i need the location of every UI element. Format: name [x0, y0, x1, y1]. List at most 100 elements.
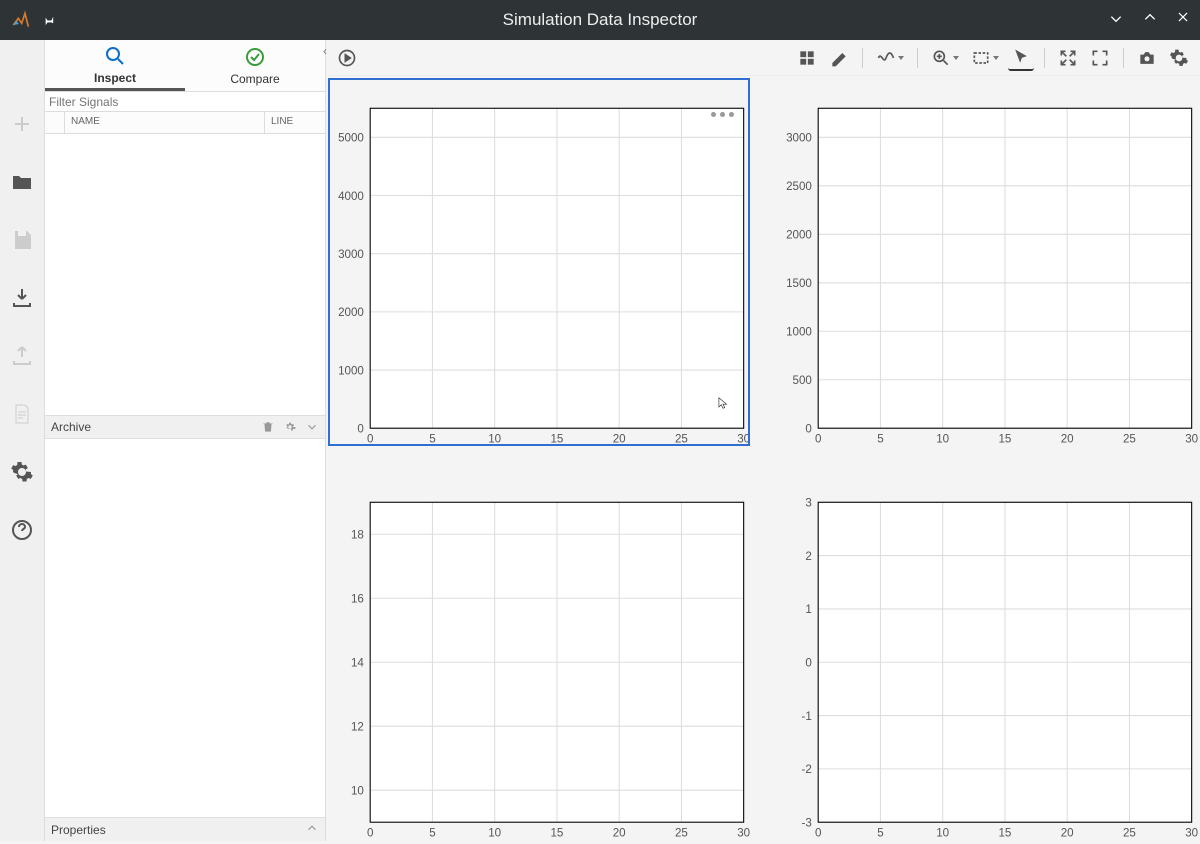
- window-title: Simulation Data Inspector: [503, 10, 698, 30]
- svg-text:5000: 5000: [338, 132, 364, 145]
- svg-text:3000: 3000: [786, 132, 812, 145]
- svg-text:15: 15: [550, 432, 563, 445]
- svg-text:20: 20: [613, 432, 626, 445]
- report-button[interactable]: [8, 400, 36, 428]
- maximize-button[interactable]: [1142, 10, 1158, 31]
- svg-text:1000: 1000: [338, 364, 364, 377]
- svg-text:30: 30: [737, 432, 750, 445]
- chevron-up-icon[interactable]: [305, 821, 319, 835]
- export-button[interactable]: [8, 342, 36, 370]
- box-select-button[interactable]: [968, 45, 1002, 71]
- subplot-menu-icon[interactable]: [711, 112, 734, 117]
- svg-text:-2: -2: [802, 763, 812, 776]
- add-button[interactable]: [8, 110, 36, 138]
- svg-text:0: 0: [367, 432, 374, 445]
- svg-text:500: 500: [793, 374, 813, 387]
- pin-icon[interactable]: [40, 12, 56, 28]
- svg-text:3: 3: [805, 496, 812, 509]
- svg-text:-1: -1: [802, 709, 812, 722]
- svg-text:4000: 4000: [338, 190, 364, 203]
- svg-text:10: 10: [488, 826, 501, 839]
- subplot-top-right[interactable]: 051015202530050010001500200025003000: [776, 78, 1198, 446]
- chevron-down-icon[interactable]: [305, 420, 319, 434]
- snapshot-button[interactable]: [1134, 45, 1160, 71]
- svg-text:10: 10: [488, 432, 501, 445]
- svg-text:30: 30: [1185, 826, 1198, 839]
- svg-text:25: 25: [1123, 826, 1136, 839]
- svg-text:2500: 2500: [786, 180, 812, 193]
- svg-text:2: 2: [805, 549, 811, 562]
- titlebar: Simulation Data Inspector: [0, 0, 1200, 40]
- svg-text:1000: 1000: [786, 325, 812, 338]
- preferences-button[interactable]: [8, 458, 36, 486]
- svg-text:25: 25: [675, 826, 688, 839]
- column-line[interactable]: LINE: [265, 112, 325, 133]
- cursor-measure-button[interactable]: [873, 45, 907, 71]
- save-button[interactable]: [8, 226, 36, 254]
- svg-text:12: 12: [351, 720, 364, 733]
- svg-text:15: 15: [998, 432, 1011, 445]
- tab-label: Compare: [230, 72, 279, 86]
- svg-text:5: 5: [877, 826, 884, 839]
- open-folder-button[interactable]: [8, 168, 36, 196]
- pointer-button[interactable]: [1008, 45, 1034, 71]
- help-button[interactable]: [8, 516, 36, 544]
- subplot-top-left[interactable]: 051015202530010002000300040005000: [328, 78, 750, 446]
- plot-toolbar: [326, 40, 1200, 76]
- minimize-button[interactable]: [1108, 10, 1124, 31]
- svg-text:2000: 2000: [338, 306, 364, 319]
- tab-inspect[interactable]: Inspect: [45, 40, 185, 91]
- section-title: Archive: [51, 420, 91, 434]
- import-button[interactable]: [8, 284, 36, 312]
- svg-text:15: 15: [550, 826, 563, 839]
- properties-section-header[interactable]: Properties: [45, 817, 325, 841]
- subplot-bottom-right[interactable]: 051015202530-3-2-10123: [776, 472, 1198, 840]
- svg-text:10: 10: [351, 784, 364, 797]
- filter-signals-input[interactable]: [45, 92, 325, 111]
- svg-text:-3: -3: [802, 816, 813, 829]
- svg-text:5: 5: [429, 826, 436, 839]
- svg-text:10: 10: [936, 432, 949, 445]
- side-panel: ‹ Inspect Compare NAME LINE Archive: [45, 40, 326, 841]
- svg-text:16: 16: [351, 592, 364, 605]
- zoom-button[interactable]: [928, 45, 962, 71]
- svg-text:14: 14: [351, 656, 364, 669]
- svg-text:15: 15: [998, 826, 1011, 839]
- svg-text:30: 30: [737, 826, 750, 839]
- svg-text:0: 0: [357, 422, 364, 435]
- tab-label: Inspect: [94, 71, 136, 85]
- svg-text:1500: 1500: [786, 277, 812, 290]
- svg-text:10: 10: [936, 826, 949, 839]
- signals-table-body: [45, 134, 325, 415]
- stream-toggle-button[interactable]: [334, 45, 360, 71]
- svg-text:3000: 3000: [338, 248, 364, 261]
- column-name[interactable]: NAME: [65, 112, 265, 133]
- trash-icon[interactable]: [261, 420, 275, 434]
- fit-to-view-button[interactable]: [1055, 45, 1081, 71]
- svg-text:20: 20: [613, 826, 626, 839]
- svg-text:0: 0: [815, 432, 822, 445]
- svg-text:2000: 2000: [786, 229, 812, 242]
- visualization-settings-button[interactable]: [1166, 45, 1192, 71]
- gear-icon[interactable]: [283, 420, 297, 434]
- svg-text:30: 30: [1185, 432, 1198, 445]
- subplot-bottom-left[interactable]: 0510152025301012141618: [328, 472, 750, 840]
- section-title: Properties: [51, 823, 106, 837]
- svg-text:0: 0: [805, 656, 812, 669]
- svg-text:1: 1: [805, 603, 811, 616]
- matlab-logo-icon: [10, 10, 30, 30]
- maximize-axes-button[interactable]: [1087, 45, 1113, 71]
- main-area: 0510152025300100020003000400050000510152…: [326, 40, 1200, 841]
- tab-compare[interactable]: Compare: [185, 40, 325, 91]
- archive-body: [45, 439, 325, 817]
- svg-text:20: 20: [1061, 826, 1074, 839]
- clear-subplot-button[interactable]: [826, 45, 852, 71]
- svg-text:18: 18: [351, 528, 364, 541]
- layout-grid-button[interactable]: [794, 45, 820, 71]
- collapse-handle-icon[interactable]: ‹: [323, 44, 337, 58]
- archive-section-header[interactable]: Archive: [45, 415, 325, 439]
- svg-text:5: 5: [877, 432, 884, 445]
- left-toolstrip: [0, 40, 45, 841]
- close-button[interactable]: [1176, 10, 1190, 31]
- svg-text:25: 25: [675, 432, 688, 445]
